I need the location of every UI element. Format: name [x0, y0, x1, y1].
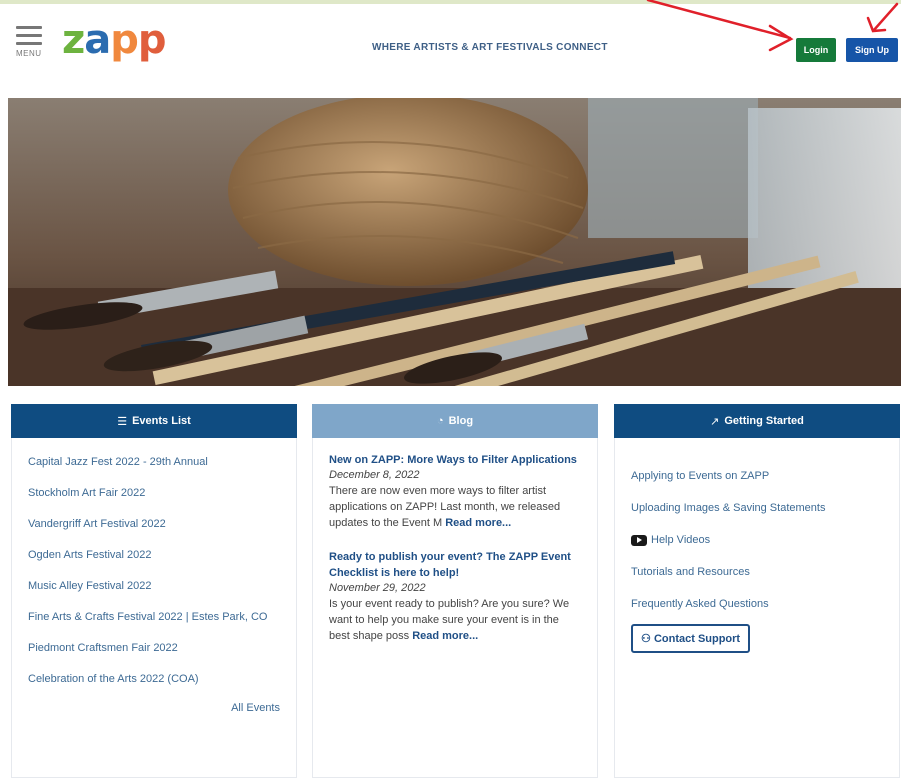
- read-more-link[interactable]: Read more...: [445, 517, 511, 529]
- contact-support-label: Contact Support: [653, 633, 741, 645]
- hamburger-bar: [16, 42, 42, 45]
- menu-label: MENU: [16, 49, 42, 58]
- blog-post-date: November 29, 2022: [329, 582, 426, 594]
- getting-started-link[interactable]: Tutorials and Resources: [631, 564, 883, 580]
- events-list-title: Events List: [132, 415, 191, 427]
- tagline: WHERE ARTISTS & ART FESTIVALS CONNECT: [372, 42, 608, 53]
- help-videos-label: Help Videos: [651, 534, 711, 546]
- blog-header: ◔ Blog: [312, 404, 598, 438]
- zapp-logo[interactable]: zapp: [62, 20, 167, 60]
- hamburger-bar: [16, 34, 42, 37]
- getting-started-title: Getting Started: [724, 415, 804, 427]
- blog-post-excerpt: Is your event ready to publish? Are you …: [329, 596, 581, 644]
- blog-title: Blog: [448, 415, 474, 427]
- help-videos-link[interactable]: Help Videos: [631, 532, 883, 548]
- all-events-link[interactable]: All Events: [28, 702, 280, 714]
- event-link[interactable]: Capital Jazz Fest 2022 - 29th Annual: [28, 454, 280, 470]
- event-link[interactable]: Music Alley Festival 2022: [28, 578, 280, 594]
- signup-button[interactable]: Sign Up: [846, 38, 898, 62]
- event-link[interactable]: Stockholm Art Fair 2022: [28, 485, 280, 501]
- events-list-header: ☰ Events List: [11, 404, 297, 438]
- hamburger-icon: [16, 26, 42, 29]
- blog-post-excerpt: There are now even more ways to filter a…: [329, 483, 581, 531]
- blog-post-title[interactable]: Ready to publish your event? The ZAPP Ev…: [329, 549, 581, 581]
- external-link-icon: ↗: [710, 415, 720, 428]
- contact-support-button[interactable]: ⚇ Contact Support: [631, 624, 751, 653]
- getting-started-panel: ↗ Getting Started Applying to Events on …: [614, 404, 900, 778]
- getting-started-link[interactable]: Frequently Asked Questions: [631, 596, 883, 612]
- event-link[interactable]: Celebration of the Arts 2022 (COA): [28, 671, 280, 687]
- site-header: MENU zapp WHERE ARTISTS & ART FESTIVALS …: [0, 4, 901, 84]
- blog-post-date: December 8, 2022: [329, 469, 420, 481]
- read-more-link[interactable]: Read more...: [412, 630, 478, 642]
- menu-button[interactable]: MENU: [16, 26, 42, 58]
- video-play-icon: [631, 534, 647, 546]
- blog-panel: ◔ Blog New on ZAPP: More Ways to Filter …: [312, 404, 598, 778]
- event-link[interactable]: Fine Arts & Crafts Festival 2022 | Estes…: [28, 609, 280, 625]
- event-link[interactable]: Piedmont Craftsmen Fair 2022: [28, 640, 280, 656]
- list-icon: ☰: [117, 415, 128, 428]
- blog-post-title[interactable]: New on ZAPP: More Ways to Filter Applica…: [329, 452, 581, 468]
- getting-started-header: ↗ Getting Started: [614, 404, 900, 438]
- rss-icon: ◔: [436, 415, 444, 427]
- events-list-panel: ☰ Events List Capital Jazz Fest 2022 - 2…: [11, 404, 297, 778]
- support-person-icon: ⚇: [641, 633, 651, 645]
- login-button[interactable]: Login: [796, 38, 836, 62]
- event-link[interactable]: Ogden Arts Festival 2022: [28, 547, 280, 563]
- event-link[interactable]: Vandergriff Art Festival 2022: [28, 516, 280, 532]
- getting-started-link[interactable]: Uploading Images & Saving Statements: [631, 500, 883, 516]
- getting-started-link[interactable]: Applying to Events on ZAPP: [631, 468, 883, 484]
- hero-image-brushes: [8, 98, 901, 386]
